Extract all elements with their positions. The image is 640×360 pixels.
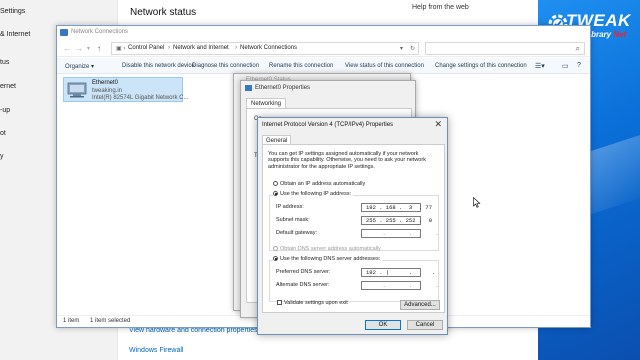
close-icon[interactable]: ✕ [434,119,442,130]
breadcrumb-control-panel[interactable]: Control Panel [128,45,164,51]
search-input[interactable]: ⌕ [425,42,585,55]
help-link[interactable] [412,19,492,23]
radio-selected-icon [273,256,278,261]
address-dropdown-icon[interactable]: ▾ [400,45,403,52]
adapter-name: Ethernet0 [92,80,119,86]
window-title: Ethernet0 Properties [255,85,311,91]
page-title: Network status [130,7,197,18]
ip-address-field[interactable]: 192 . 168 . 3 . 77 [361,203,432,212]
ipv4-properties-dialog: Internet Protocol Version 4 (TCP/IPv4) P… [257,117,448,335]
back-icon[interactable]: ← [63,44,71,53]
sidebar-item-settings[interactable]: Settings [0,8,25,15]
forward-icon[interactable]: → [75,44,83,53]
radio-selected-icon [273,191,278,196]
sidebar-item-status[interactable]: tus [0,59,9,66]
hardware-properties-link[interactable]: View hardware and connection properties [129,327,258,334]
subnet-mask-field[interactable]: 255 . 255 . 252 . 0 [361,216,432,225]
checkbox-icon [277,300,282,305]
adapter-network: tweaking.in [92,88,123,94]
ip-description: You can get IP settings assigned automat… [268,151,426,170]
use-following-ip-radio[interactable]: Use the following IP address: [273,191,354,197]
breadcrumb-separator: › [168,45,170,51]
rename-button[interactable]: Rename this connection [269,63,333,69]
address-bar-row: ← → ▾ ↑ ▣ › Control Panel › Network and … [57,40,590,57]
general-panel: You can get IP settings assigned automat… [262,144,445,313]
change-settings-button[interactable]: Change settings of this connection [435,63,527,69]
default-gateway-label: Default gateway: [276,230,317,236]
default-gateway-field[interactable]: . . . [361,229,439,238]
sidebar-item-hotspot[interactable]: ot [0,130,6,137]
advanced-button[interactable]: Advanced... [400,300,440,310]
recent-dropdown-icon[interactable]: ▾ [87,45,90,52]
radio-icon [273,181,278,186]
selected-count: 1 item selected [90,318,131,324]
ip-address-label: IP address: [276,204,304,210]
windows-firewall-link[interactable]: Windows Firewall [129,347,183,354]
up-icon[interactable]: ↑ [97,44,101,53]
use-following-dns-radio[interactable]: Use the following DNS server addresses: [273,256,383,262]
control-panel-icon: ▣ › [116,46,126,52]
network-adapter-icon [67,82,87,98]
sidebar-item-dialup[interactable]: -up [0,107,10,114]
help-icon[interactable]: ? [577,62,581,69]
item-count: 1 item [63,318,80,324]
command-bar: Organize ▾ Disable this network device D… [57,58,590,74]
diagnose-button[interactable]: Diagnose this connection [192,63,259,69]
sidebar-item-ethernet[interactable]: ernet [0,83,16,90]
address-bar[interactable]: ▣ › Control Panel › Network and Internet… [111,42,419,55]
alternate-dns-label: Alternate DNS server: [276,282,330,288]
preferred-dns-label: Preferred DNS server: [276,269,331,275]
network-folder-icon [60,29,68,36]
radio-icon [273,246,278,251]
validate-settings-checkbox[interactable]: Validate settings upon exit [277,300,348,306]
subnet-mask-label: Subnet mask: [276,217,310,223]
view-status-button[interactable]: View status of this connection [345,63,424,69]
adapter-device: Intel(R) 82574L Gigabit Network C... [92,95,189,101]
obtain-dns-auto-radio[interactable]: Obtain DNS server address automatically [273,246,381,252]
refresh-icon[interactable]: ↻ [410,45,415,52]
mouse-cursor-icon [473,197,481,208]
breadcrumb-network-internet[interactable]: Network and Internet [173,45,229,51]
organize-button[interactable]: Organize ▾ [65,63,94,70]
ethernet0-adapter[interactable]: Ethernet0 tweaking.in Intel(R) 82574L Gi… [63,77,189,102]
window-title: Network Connections [71,29,129,35]
ok-button[interactable]: OK [365,320,401,330]
sidebar-item-network-internet[interactable]: & Internet [0,31,30,38]
sidebar-item-proxy[interactable]: y [0,153,4,160]
disable-device-button[interactable]: Disable this network device [122,63,195,69]
alternate-dns-field[interactable]: . . . [361,281,439,290]
view-options-icon[interactable]: ☰▾ [535,62,545,70]
dialog-title: Internet Protocol Version 4 (TCP/IPv4) P… [262,122,394,128]
breadcrumb-separator: › [235,45,237,51]
preview-pane-icon[interactable]: ▭ [562,62,569,70]
obtain-ip-auto-radio[interactable]: Obtain an IP address automatically [273,181,365,187]
window-titlebar: Network Connections [57,26,590,39]
breadcrumb-network-connections[interactable]: Network Connections [240,45,297,51]
cancel-button[interactable]: Cancel [407,320,443,330]
help-title: Help from the web [412,4,469,11]
search-icon: ⌕ [575,44,580,53]
network-icon [245,85,252,91]
preferred-dns-field[interactable]: 192 . | . . [361,268,435,277]
